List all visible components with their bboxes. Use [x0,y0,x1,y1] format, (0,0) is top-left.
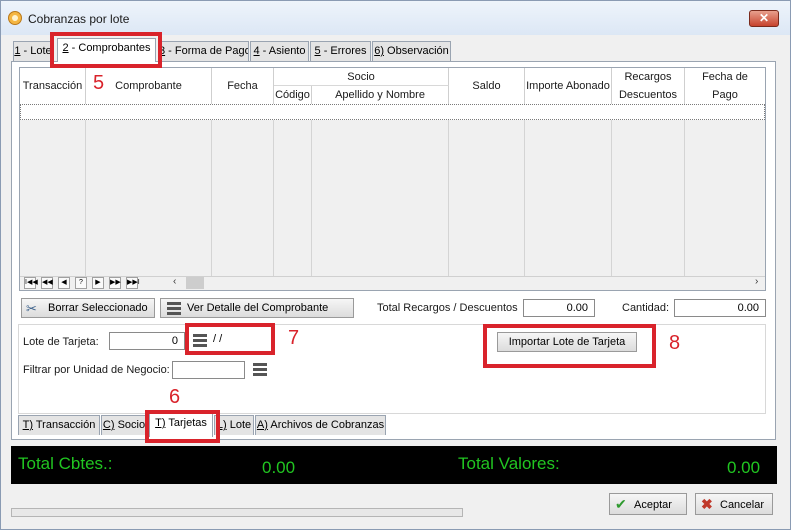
list-icon [167,302,181,316]
col-recargos[interactable]: Recargos [612,68,685,86]
tab-errores[interactable]: 5 - Errores [310,41,371,61]
cantidad-field[interactable]: 0.00 [674,299,766,317]
ver-detalle-button[interactable]: Ver Detalle del Comprobante [160,298,354,318]
tab-lote[interactable]: 1 - Lote [13,41,53,61]
total-recargos-field[interactable]: 0.00 [523,299,595,317]
total-recargos-label: Total Recargos / Descuentos [377,302,518,314]
col-fecha-de[interactable]: Fecha de [685,68,765,86]
next-record-button[interactable]: ▶ [92,277,104,289]
annotation-box-6 [145,410,220,443]
col-separator [20,120,86,276]
unidad-negocio-field[interactable] [172,361,245,379]
col-separator [86,120,212,276]
prev-page-button[interactable]: ◀◀ [41,277,53,289]
close-button[interactable]: ✕ [749,10,779,27]
annotation-label-5: 5 [93,72,105,94]
total-valores-value: 0.00 [727,458,761,477]
cancel-icon: ✖ [701,496,713,512]
progress-bar [11,508,463,517]
annotation-box-7 [185,323,275,355]
tab-socio[interactable]: C) Socio [101,415,147,435]
col-separator [612,120,685,276]
unidad-negocio-label: Filtrar por Unidad de Negocio: [23,364,170,376]
annotation-label-8: 8 [669,332,681,354]
col-descuentos[interactable]: Descuentos [612,86,685,104]
aceptar-button[interactable]: ✔ Aceptar [609,493,687,515]
total-cbtes-value: 0.00 [262,458,296,477]
col-separator [525,120,612,276]
col-separator [312,120,449,276]
col-pago[interactable]: Pago [685,86,765,104]
cancelar-button[interactable]: ✖ Cancelar [695,493,773,515]
col-socio[interactable]: Socio [274,68,449,86]
last-record-button[interactable]: ▶▶I [126,277,140,289]
app-icon [8,11,22,25]
scroll-left-icon[interactable]: ‹ [173,276,183,290]
annotation-label-7: 7 [288,327,300,349]
annotation-box-5 [50,32,162,68]
tab-forma-de-pago[interactable]: 3 - Forma de Pago [158,41,249,61]
grid-row[interactable] [20,104,765,120]
col-fecha[interactable]: Fecha [212,68,274,104]
total-cbtes-label: Total Cbtes.: [18,454,113,473]
tab-transaccion[interactable]: T) Transacción [18,415,100,435]
col-codigo[interactable]: Código [274,86,312,104]
col-saldo[interactable]: Saldo [449,68,525,104]
scissors-icon: ✂ [26,301,37,316]
scroll-right-icon[interactable]: › [755,276,765,290]
help-button[interactable]: ? [75,277,87,289]
totals-bar [11,446,777,484]
annotation-label-6: 6 [169,386,181,408]
total-valores-label: Total Valores: [458,454,560,473]
annotation-box-8 [483,324,656,368]
tab-lote-bottom[interactable]: L) Lote [214,415,254,435]
unidad-lookup-icon[interactable] [253,363,267,377]
col-transaccion[interactable]: Transacción [20,68,86,104]
first-record-button[interactable]: I◀◀ [24,277,38,289]
col-separator [212,120,274,276]
borrar-seleccionado-button[interactable]: ✂ Borrar Seleccionado [21,298,155,318]
cantidad-label: Cantidad: [622,302,670,314]
col-apellido-nombre[interactable]: Apellido y Nombre [312,86,449,104]
horizontal-scrollbar-thumb[interactable] [186,277,204,289]
col-separator [449,120,525,276]
lote-tarjeta-label: Lote de Tarjeta: [23,336,99,348]
next-page-button[interactable]: ▶▶ [109,277,121,289]
prev-record-button[interactable]: ◀ [58,277,70,289]
tab-archivos-cobranzas[interactable]: A) Archivos de Cobranzas [255,415,386,435]
lote-tarjeta-field[interactable]: 0 [109,332,185,350]
col-importe-abonado[interactable]: Importe Abonado [525,68,612,104]
checkmark-icon: ✔ [615,496,627,512]
tab-asiento[interactable]: 4 - Asiento [250,41,309,61]
window-title: Cobranzas por lote [28,12,130,26]
col-separator [274,120,312,276]
tab-observacion[interactable]: 6) Observación [372,41,451,61]
